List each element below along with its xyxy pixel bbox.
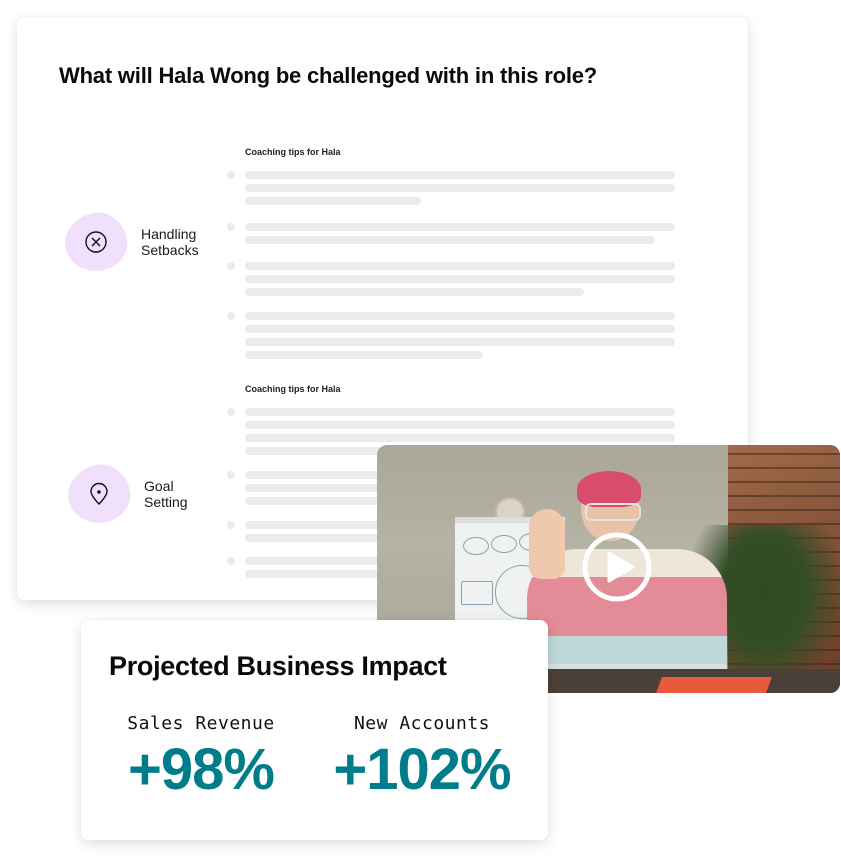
video-scene-glasses bbox=[585, 503, 641, 521]
bullet-dot bbox=[227, 521, 235, 529]
skeleton-line bbox=[245, 351, 483, 359]
challenge-handling-setbacks: Handling Setbacks bbox=[59, 207, 211, 277]
tip-placeholder bbox=[227, 312, 677, 359]
challenge-label: Handling Setbacks bbox=[141, 226, 199, 258]
skeleton-line bbox=[245, 223, 675, 231]
skeleton-line bbox=[245, 447, 395, 455]
bullet-dot bbox=[227, 171, 235, 179]
coaching-tips-heading: Coaching tips for Hala bbox=[245, 384, 341, 394]
tip-placeholder bbox=[227, 171, 677, 205]
bullet-dot bbox=[227, 408, 235, 416]
metric-new-accounts: New Accounts +102% bbox=[319, 713, 525, 802]
metric-value: +98% bbox=[128, 737, 275, 802]
challenge-goal-setting: Goal Setting bbox=[62, 459, 214, 529]
challenge-label: Goal Setting bbox=[144, 478, 188, 510]
bullet-dot bbox=[227, 262, 235, 270]
bullet-dot bbox=[227, 471, 235, 479]
video-scene-hand bbox=[529, 509, 565, 579]
skeleton-line bbox=[245, 434, 675, 442]
skeleton-line bbox=[245, 275, 675, 283]
tip-placeholder bbox=[227, 223, 677, 244]
skeleton-line bbox=[245, 171, 675, 179]
bullet-dot bbox=[227, 312, 235, 320]
coaching-tips-section: Coaching tips for Hala bbox=[227, 147, 677, 374]
map-pin-icon bbox=[90, 482, 108, 505]
skeleton-line bbox=[245, 262, 675, 270]
skeleton-line bbox=[245, 325, 675, 333]
metric-value: +102% bbox=[333, 737, 511, 802]
skeleton-line bbox=[245, 312, 675, 320]
video-scene-hair bbox=[577, 471, 641, 507]
coaching-tips-heading: Coaching tips for Hala bbox=[245, 147, 341, 157]
metric-label: New Accounts bbox=[353, 713, 491, 734]
skeleton-line bbox=[245, 421, 675, 429]
question-title: What will Hala Wong be challenged with i… bbox=[59, 63, 598, 88]
skeleton-line bbox=[245, 338, 675, 346]
metric-label: Sales Revenue bbox=[127, 713, 275, 734]
icon-blob bbox=[59, 207, 133, 277]
business-impact-card: Projected Business Impact Sales Revenue … bbox=[81, 620, 548, 840]
bullet-dot bbox=[227, 223, 235, 231]
skeleton-line bbox=[245, 197, 421, 205]
tip-placeholder bbox=[227, 262, 677, 296]
metric-sales-revenue: Sales Revenue +98% bbox=[103, 713, 299, 802]
bullet-dot bbox=[227, 557, 235, 565]
impact-title: Projected Business Impact bbox=[109, 651, 447, 681]
icon-blob bbox=[62, 459, 136, 529]
x-circle-icon bbox=[85, 231, 107, 253]
skeleton-line bbox=[245, 184, 675, 192]
skeleton-line bbox=[245, 408, 675, 416]
skeleton-line bbox=[245, 236, 655, 244]
play-icon[interactable] bbox=[582, 532, 652, 602]
skeleton-line bbox=[245, 288, 584, 296]
video-scene-paper bbox=[656, 677, 772, 693]
